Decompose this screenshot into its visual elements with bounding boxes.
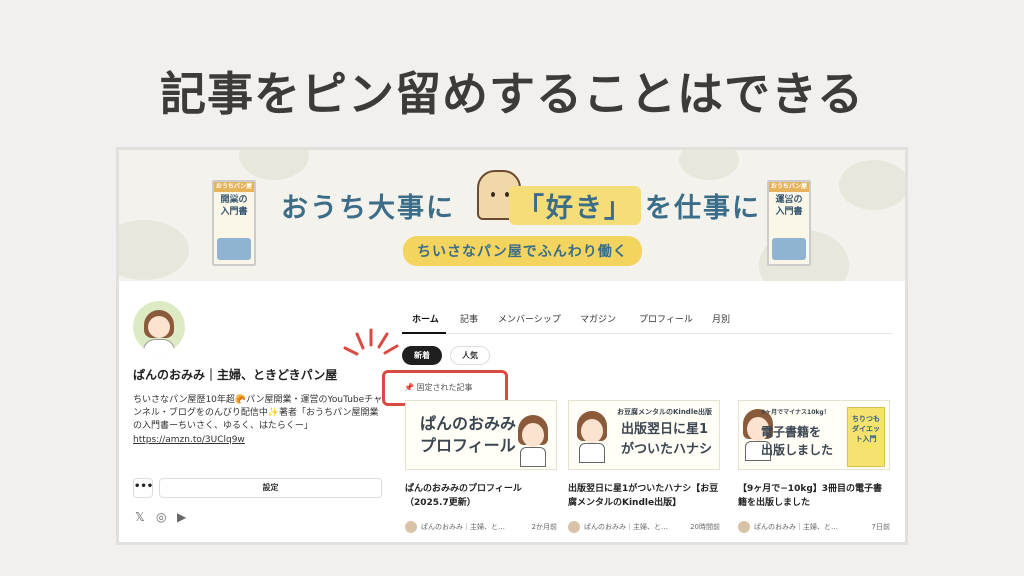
- article-time: 7日前: [871, 523, 890, 531]
- filter-new[interactable]: 新着: [402, 346, 442, 365]
- tab-monthly[interactable]: 月別: [712, 312, 730, 325]
- article-thumbnail[interactable]: お豆腐メンタルのKindle出版 出版翌日に星1 がついたハナシ: [568, 400, 720, 470]
- banner-title: おうち大事に 「好き」 を仕事に: [281, 186, 761, 225]
- article-author[interactable]: ぱんのおみみ｜主婦、と…: [584, 522, 668, 532]
- screenshot-frame: おうちパン屋の 開業の入門書 おうちパン屋の 運営の入門書 おうち大事に 「好き」…: [116, 147, 908, 545]
- more-options-button[interactable]: •••: [133, 478, 153, 498]
- article-title[interactable]: 【9ヶ月で−10kg】3冊目の電子書籍を出版しました: [738, 482, 890, 510]
- article-meta: ぱんのおみみ｜主婦、と… 2か月前: [405, 520, 557, 534]
- article-time: 20時間前: [690, 523, 720, 531]
- tab-home[interactable]: ホーム: [412, 312, 439, 325]
- article-thumbnail[interactable]: ぱんのおみみ プロフィール: [405, 400, 557, 470]
- article-author[interactable]: ぱんのおみみ｜主婦、と…: [754, 522, 838, 532]
- instagram-icon[interactable]: ◎: [156, 510, 166, 524]
- tab-articles[interactable]: 記事: [460, 312, 478, 325]
- profile-tabs: ホーム 記事 メンバーシップ マガジン プロフィール 月別: [402, 308, 892, 334]
- x-icon[interactable]: 𝕏: [135, 510, 145, 524]
- header-banner: おうちパン屋の 開業の入門書 おうちパン屋の 運営の入門書 おうち大事に 「好き」…: [119, 150, 905, 281]
- banner-subtitle: ちいさなパン屋でふんわり働く: [403, 236, 642, 266]
- article-thumbnail[interactable]: 9ヶ月でマイナス10kg！ 電子書籍を 出版しました ちりつもダイエット入門: [738, 400, 890, 470]
- book-cover-left: おうちパン屋の 開業の入門書: [212, 180, 256, 266]
- profile-name: ぱんのおみみ｜主婦、ときどきパン屋: [133, 368, 338, 382]
- filter-popular[interactable]: 人気: [450, 346, 490, 365]
- profile-bio: ちいさなパン屋歴10年超🥐パン屋開業・運営のYouTubeチャンネル・ブログをの…: [133, 395, 383, 431]
- book-cover-right: おうちパン屋の 運営の入門書: [767, 180, 811, 266]
- tab-profile[interactable]: プロフィール: [639, 312, 693, 325]
- article-time: 2か月前: [531, 523, 557, 531]
- settings-button[interactable]: 設定: [159, 478, 382, 498]
- pinned-articles-label: 📌 固定された記事: [404, 383, 473, 392]
- youtube-icon[interactable]: ▶: [177, 510, 186, 524]
- article-title[interactable]: ぱんのおみみのプロフィール（2025.7更新）: [405, 482, 557, 510]
- tab-magazine[interactable]: マガジン: [580, 312, 616, 325]
- author-avatar[interactable]: [738, 521, 750, 533]
- slide-title: 記事をピン留めすることはできる: [159, 67, 865, 121]
- tab-membership[interactable]: メンバーシップ: [498, 312, 561, 325]
- ebook-cover: ちりつもダイエット入門: [847, 407, 885, 467]
- article-author[interactable]: ぱんのおみみ｜主婦、と…: [421, 522, 505, 532]
- avatar[interactable]: [133, 301, 185, 353]
- author-avatar[interactable]: [568, 521, 580, 533]
- article-meta: ぱんのおみみ｜主婦、と… 7日前: [738, 520, 890, 534]
- profile-link[interactable]: https://amzn.to/3UClq9w: [133, 435, 245, 445]
- article-title[interactable]: 出版翌日に星1がついたハナシ【お豆腐メンタルのKindle出版】: [568, 482, 720, 510]
- active-tab-indicator: [402, 332, 446, 334]
- author-avatar[interactable]: [405, 521, 417, 533]
- article-meta: ぱんのおみみ｜主婦、と… 20時間前: [568, 520, 720, 534]
